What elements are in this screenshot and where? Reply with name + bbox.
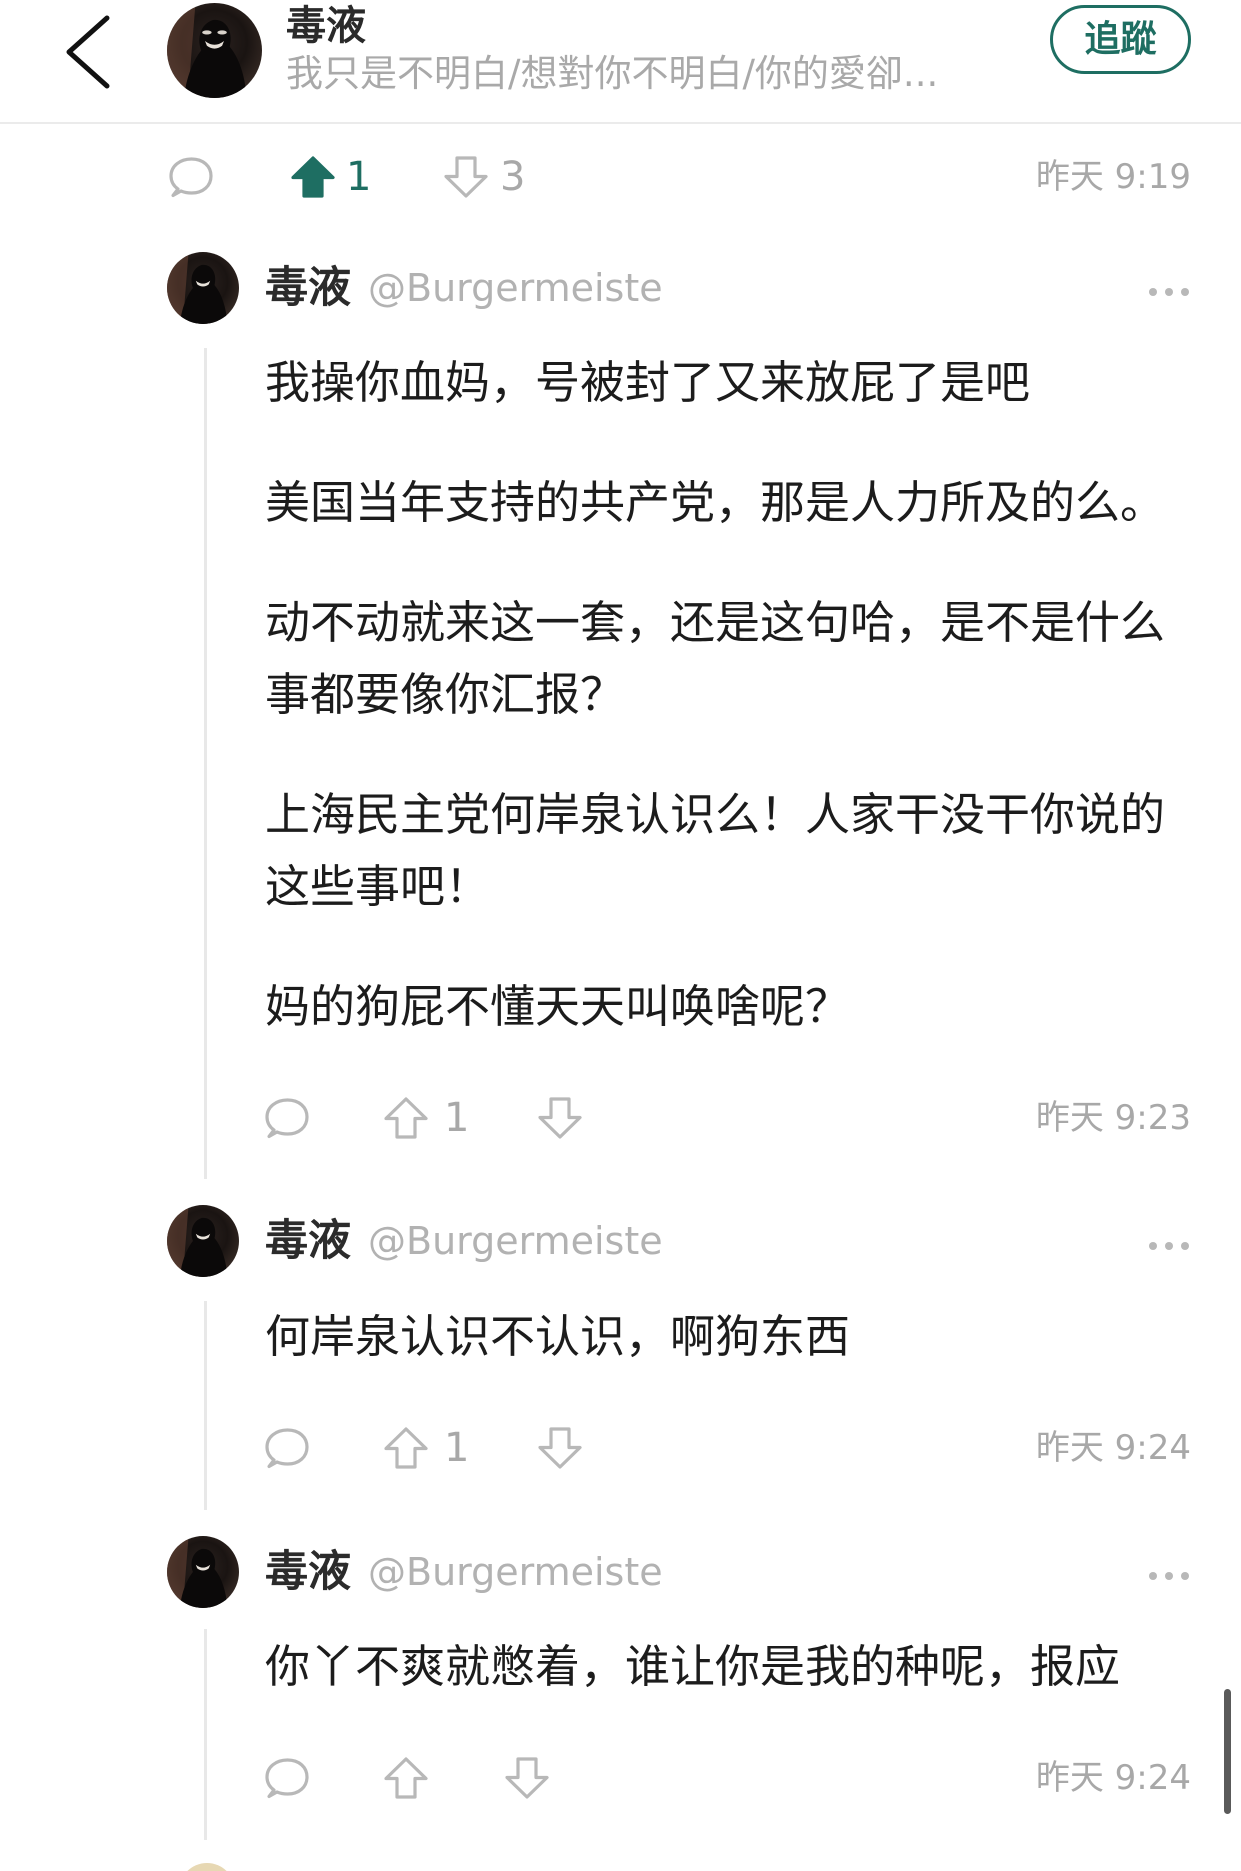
comment-paragraph: 何岸泉认识不认识，啊狗东西 (265, 1301, 850, 1373)
downvote-arrow-icon (505, 1757, 549, 1799)
upvote-button[interactable] (290, 155, 336, 199)
comment-paragraph: 妈的狗屁不懂天天叫唤啥呢？ (265, 971, 1165, 1043)
comment-handle: @Burgermeiste (368, 1219, 663, 1263)
header-avatar[interactable] (167, 3, 262, 98)
comment-body: 我操你血妈，号被封了又来放屁了是吧 美国当年支持的共产党，那是人力所及的么。 动… (265, 347, 1165, 1043)
timestamp: 昨天 9:19 (1035, 157, 1191, 197)
upvote-count: 1 (346, 154, 372, 200)
comment-author[interactable]: 毒液 (265, 260, 351, 316)
thread-line (204, 1301, 207, 1510)
upvote-button[interactable] (383, 1426, 429, 1470)
comment-text-line: 事都要像你汇报？ (265, 668, 626, 721)
upvote-arrow-icon (384, 1427, 428, 1469)
downvote-arrow-icon (538, 1097, 582, 1139)
comment-handle: @Burgermeiste (368, 266, 663, 310)
more-options-button[interactable] (1147, 1567, 1191, 1585)
page-subtitle: 我只是不明白/想對你不明白/你的愛卻... (286, 52, 939, 95)
thread-line (204, 1629, 207, 1840)
upvote-button[interactable] (383, 1096, 429, 1140)
next-comment-avatar[interactable] (179, 1863, 235, 1871)
more-options-button[interactable] (1147, 1237, 1191, 1255)
upvote-count: 1 (444, 1095, 470, 1141)
comment-text-line: 动不动就来这一套，还是这句哈，是不是什么 (265, 596, 1166, 649)
upvote-button[interactable] (383, 1756, 429, 1800)
downvote-count: 3 (500, 154, 526, 200)
comment-handle: @Burgermeiste (368, 1550, 663, 1594)
comment-avatar[interactable] (167, 1205, 239, 1277)
timestamp: 昨天 9:23 (1035, 1098, 1191, 1138)
more-dots-icon (1149, 1572, 1189, 1580)
follow-button[interactable]: 追蹤 (1050, 5, 1191, 74)
reply-button[interactable] (264, 1427, 310, 1471)
scrollbar[interactable] (1224, 1689, 1231, 1814)
comment-text-line: 你丫不爽就憋着，谁让你是我的种呢，报应 (265, 1640, 1121, 1693)
more-dots-icon (1149, 288, 1189, 296)
downvote-button[interactable] (504, 1756, 550, 1800)
comment-bubble-icon (265, 1758, 309, 1799)
timestamp: 昨天 9:24 (1035, 1428, 1191, 1468)
reply-button[interactable] (264, 1757, 310, 1801)
timestamp: 昨天 9:24 (1035, 1758, 1191, 1798)
downvote-button[interactable] (537, 1426, 583, 1470)
comment-button[interactable] (168, 156, 214, 200)
comment-paragraph: 你丫不爽就憋着，谁让你是我的种呢，报应 (265, 1631, 1120, 1703)
downvote-button[interactable] (537, 1096, 583, 1140)
comment-bubble-icon (265, 1098, 309, 1139)
more-dots-icon (1149, 1242, 1189, 1250)
comment-body: 何岸泉认识不认识，啊狗东西 (265, 1301, 850, 1373)
comment-author[interactable]: 毒液 (265, 1544, 351, 1600)
upvote-count: 1 (444, 1425, 470, 1471)
comment-paragraph: 美国当年支持的共产党，那是人力所及的么。 (265, 467, 1165, 539)
comment-paragraph: 动不动就来这一套，还是这句哈，是不是什么 事都要像你汇报？ (265, 587, 1165, 731)
comment-text-line: 我操你血妈，号被封了又来放屁了是吧 (265, 356, 1031, 409)
comment-text-line: 上海民主党何岸泉认识么！人家干没干你说的 (265, 788, 1166, 841)
reply-button[interactable] (264, 1097, 310, 1141)
page-title: 毒液 (286, 3, 366, 49)
upvote-arrow-icon (384, 1757, 428, 1799)
upvote-arrow-icon (291, 156, 335, 198)
comment-paragraph: 我操你血妈，号被封了又来放屁了是吧 (265, 347, 1165, 419)
header-divider (0, 122, 1241, 124)
upvote-arrow-icon (384, 1097, 428, 1139)
venom-avatar-image (167, 1536, 228, 1608)
chevron-left-icon (66, 15, 110, 89)
comment-text-line: 妈的狗屁不懂天天叫唤啥呢？ (265, 980, 851, 1033)
downvote-arrow-icon (444, 156, 488, 198)
comment-avatar[interactable] (167, 1536, 239, 1608)
comment-bubble-icon (265, 1428, 309, 1469)
downvote-button[interactable] (443, 155, 489, 199)
comment-author[interactable]: 毒液 (265, 1213, 351, 1269)
more-options-button[interactable] (1147, 283, 1191, 301)
comment-bubble-icon (169, 157, 213, 198)
comment-text-line: 何岸泉认识不认识，啊狗东西 (265, 1310, 851, 1363)
venom-avatar-image (167, 1205, 228, 1277)
follow-button-label: 追蹤 (1084, 19, 1157, 60)
thread-line (204, 348, 207, 1179)
downvote-arrow-icon (538, 1427, 582, 1469)
comment-paragraph: 上海民主党何岸泉认识么！人家干没干你说的 这些事吧！ (265, 779, 1165, 923)
comment-text-line: 美国当年支持的共产党，那是人力所及的么。 (265, 476, 1166, 529)
comment-text-line: 这些事吧！ (265, 860, 491, 913)
comment-avatar[interactable] (167, 252, 239, 324)
back-button[interactable] (60, 14, 116, 90)
venom-avatar-image (167, 252, 228, 324)
comment-body: 你丫不爽就憋着，谁让你是我的种呢，报应 (265, 1631, 1120, 1703)
venom-avatar-image (167, 3, 247, 98)
